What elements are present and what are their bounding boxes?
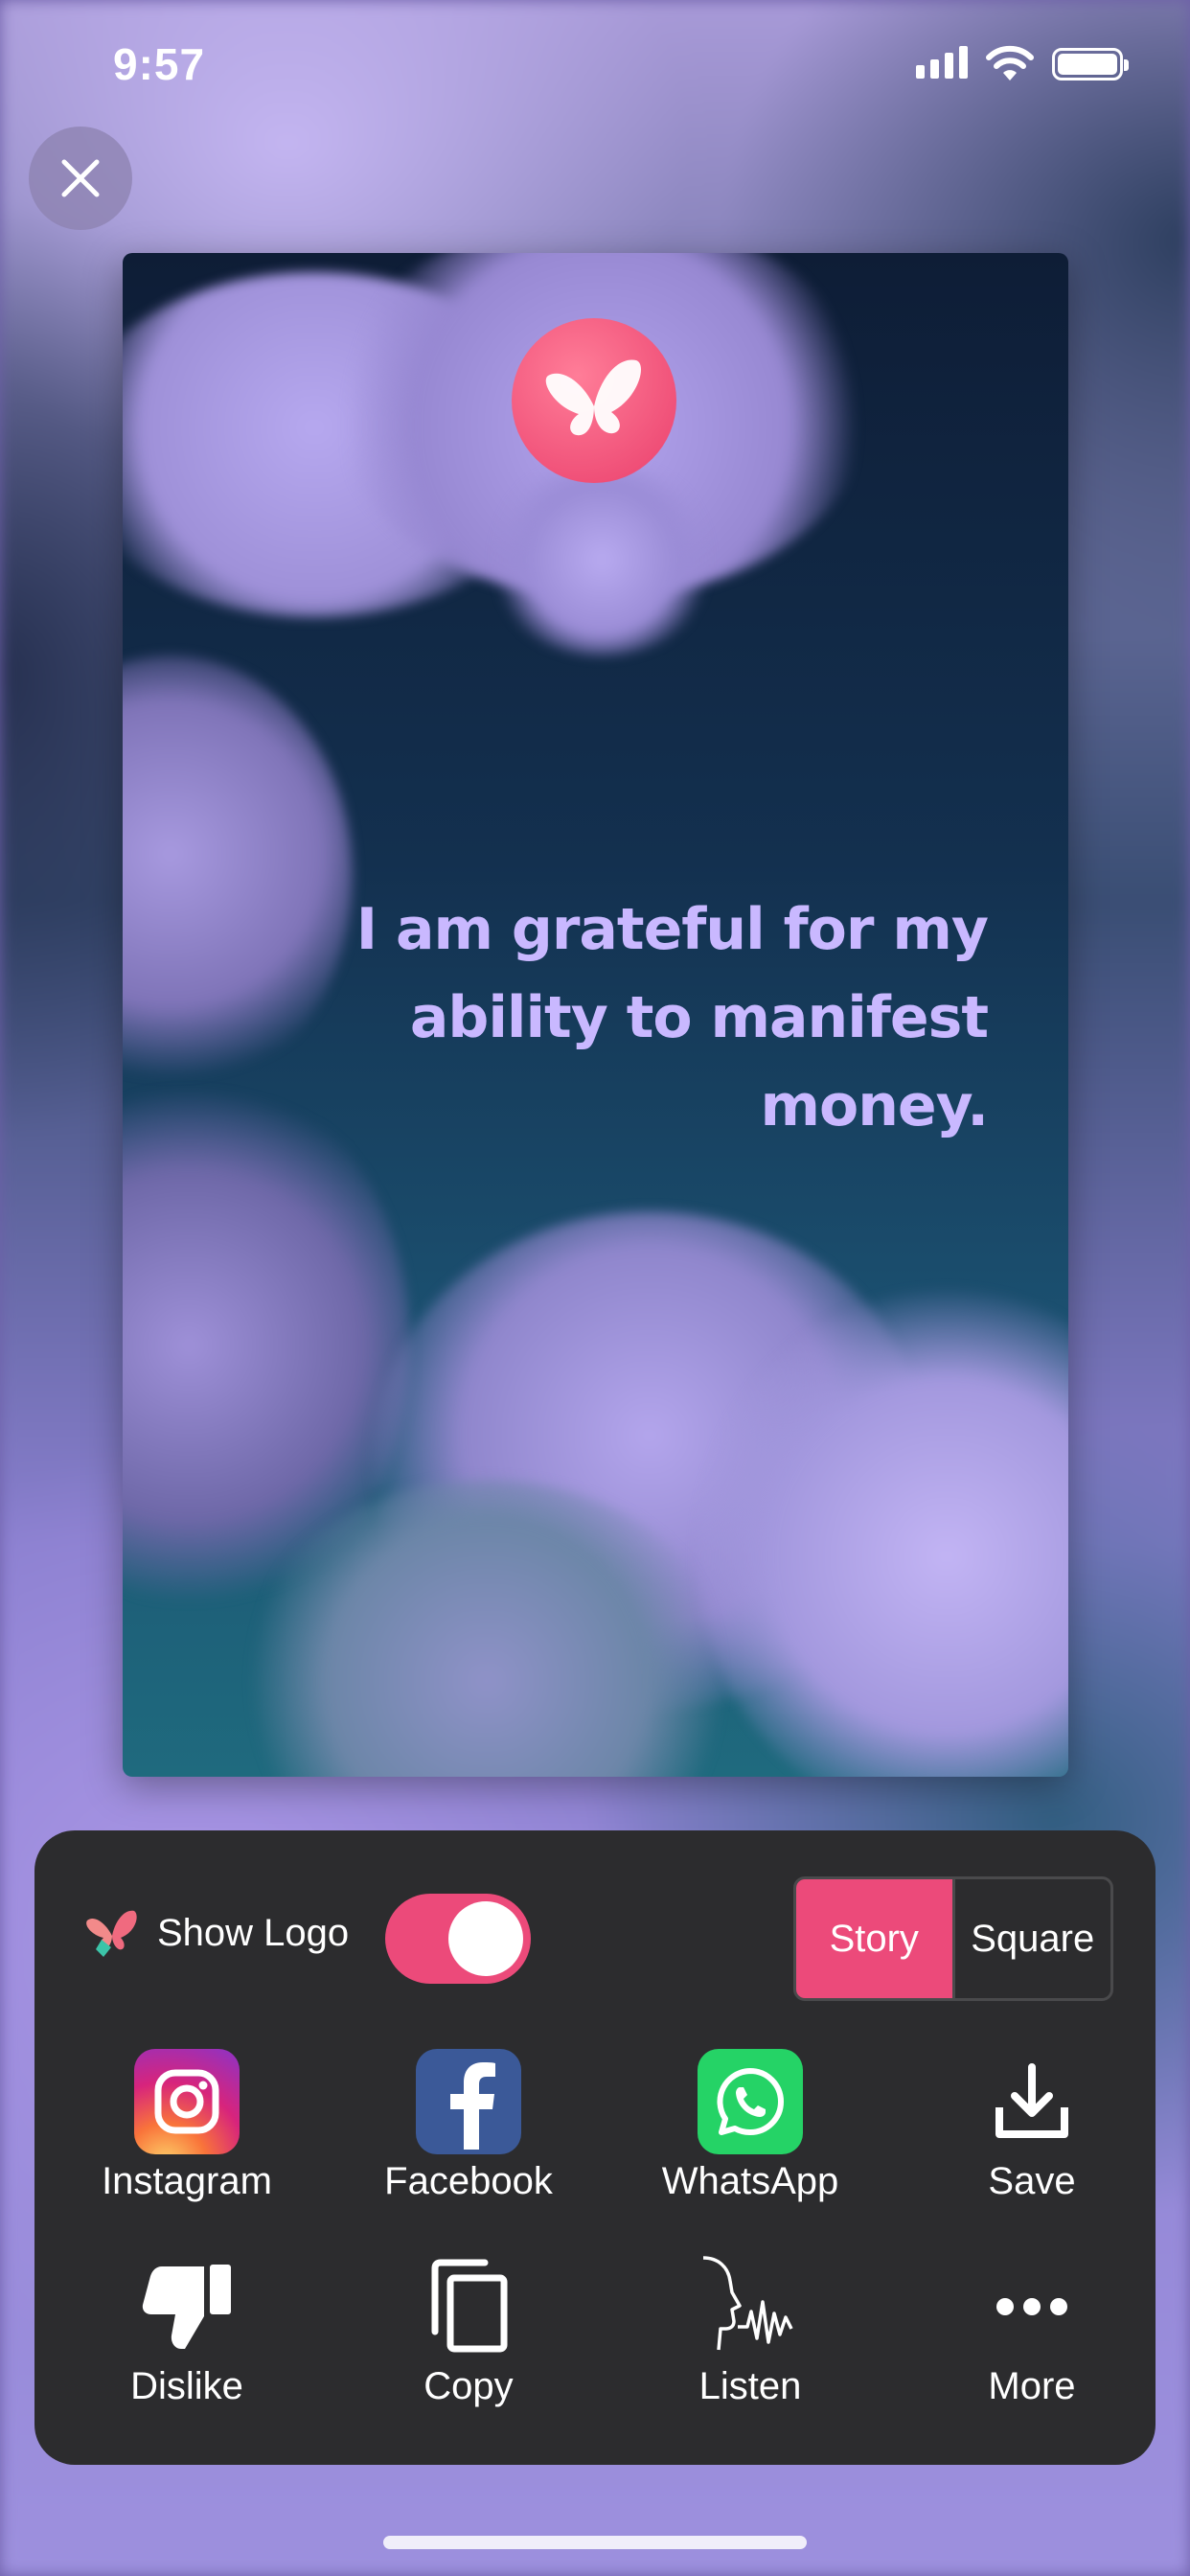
show-logo-row: Show Logo — [84, 1905, 349, 1961]
app-logo-badge — [512, 318, 676, 483]
download-icon — [979, 2049, 1085, 2154]
share-whatsapp-button[interactable]: WhatsApp — [609, 2049, 891, 2203]
copy-label: Copy — [423, 2365, 514, 2407]
butterfly-icon — [545, 359, 641, 436]
show-logo-label: Show Logo — [157, 1911, 350, 1954]
butterfly-logo-icon — [86, 1910, 137, 1957]
affirmation-text: I am grateful for my ability to manifest… — [355, 896, 989, 1139]
dislike-button[interactable]: Dislike — [46, 2254, 328, 2408]
moon-icon — [715, 623, 768, 677]
affirmation-card: I am grateful for my ability to manifest… — [123, 253, 1068, 1777]
format-segmented-control: Story Square — [793, 1876, 1113, 2001]
story-option[interactable]: Story — [796, 1879, 952, 1998]
dislike-label: Dislike — [130, 2365, 243, 2407]
cloud-top-3 — [487, 464, 717, 656]
wifi-icon — [985, 44, 1035, 87]
save-label: Save — [988, 2160, 1076, 2202]
facebook-label: Facebook — [384, 2160, 553, 2202]
square-option[interactable]: Square — [955, 1879, 1111, 1998]
toggle-knob — [448, 1901, 523, 1976]
share-panel: Show Logo Story Square Instagram Faceboo… — [34, 1830, 1156, 2465]
thumbs-down-icon — [134, 2254, 240, 2359]
battery-icon — [1052, 48, 1129, 80]
instagram-label: Instagram — [102, 2160, 272, 2202]
status-time: 9:57 — [113, 39, 206, 89]
close-button[interactable] — [29, 126, 132, 230]
whatsapp-label: WhatsApp — [661, 2160, 839, 2202]
show-logo-toggle[interactable] — [385, 1894, 531, 1984]
more-label: More — [988, 2365, 1076, 2407]
close-icon — [61, 159, 100, 197]
status-bar: 9:57 — [0, 0, 1190, 125]
listen-button[interactable]: Listen — [609, 2254, 891, 2408]
whatsapp-icon — [698, 2049, 803, 2154]
cellular-signal-icon — [916, 46, 968, 79]
speaking-head-icon — [698, 2254, 803, 2359]
copy-button[interactable]: Copy — [328, 2254, 609, 2408]
facebook-icon — [416, 2049, 521, 2154]
share-facebook-button[interactable]: Facebook — [328, 2049, 609, 2203]
listen-label: Listen — [698, 2365, 802, 2407]
more-button[interactable]: More — [891, 2254, 1173, 2408]
save-button[interactable]: Save — [891, 2049, 1173, 2203]
instagram-icon — [134, 2049, 240, 2154]
share-instagram-button[interactable]: Instagram — [46, 2049, 328, 2203]
more-icon — [979, 2254, 1085, 2359]
home-indicator[interactable] — [383, 2536, 807, 2549]
copy-icon — [416, 2254, 521, 2359]
